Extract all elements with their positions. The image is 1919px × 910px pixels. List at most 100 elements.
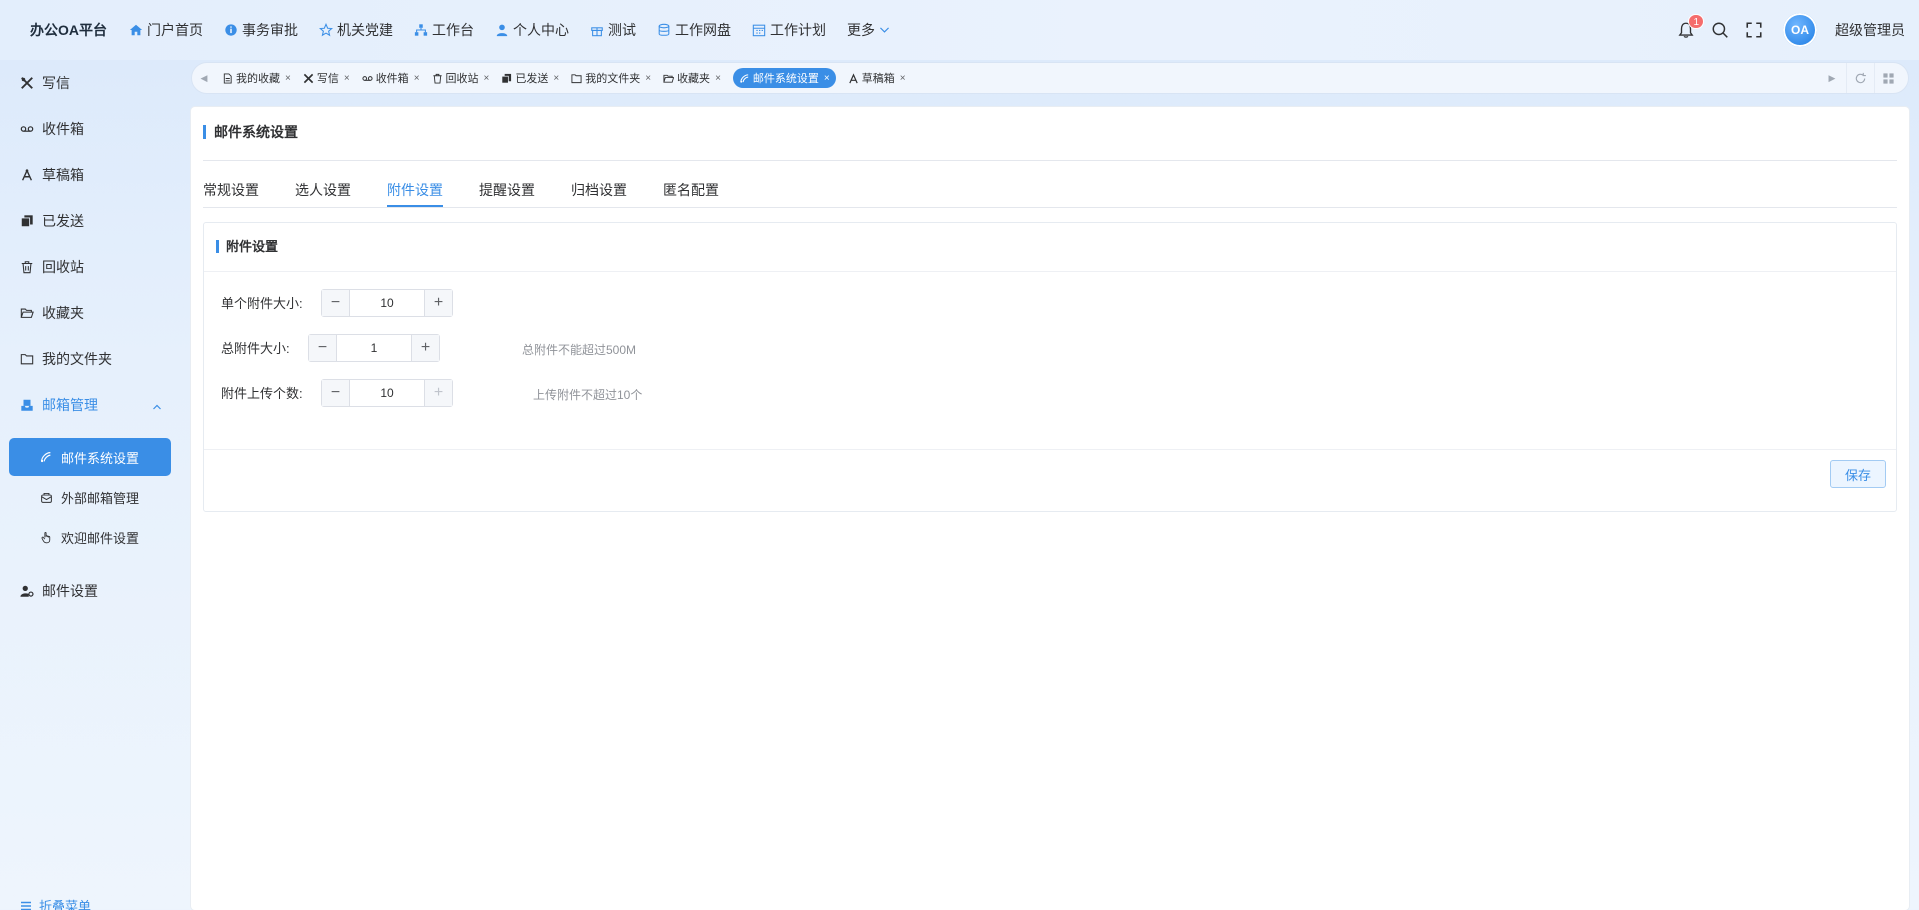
tab-select-person-settings[interactable]: 选人设置 <box>295 180 351 205</box>
total-size-stepper[interactable]: − 1 + <box>308 334 440 362</box>
increase-button[interactable]: + <box>424 380 452 406</box>
tab-archive-settings[interactable]: 归档设置 <box>571 180 627 205</box>
tab-close-icon[interactable]: × <box>484 73 490 84</box>
top-right-tools: 1 OA 超级管理员 <box>1677 0 1919 60</box>
tabs-right-tools: ▶ <box>1818 63 1902 93</box>
tab-anonymous-config[interactable]: 匿名配置 <box>663 180 719 205</box>
topnav-netdisk[interactable]: 工作网盘 <box>657 20 731 40</box>
tab-close-icon[interactable]: × <box>553 73 559 84</box>
decrease-button[interactable]: − <box>322 290 350 316</box>
tab-compose[interactable]: 写信 × <box>303 68 350 88</box>
collapse-menu-label: 折叠菜单 <box>39 899 92 910</box>
upload-count-hint: 上传附件不超过10个 <box>533 388 643 402</box>
sidebar-item-external-mailbox[interactable]: 外部邮箱管理 <box>40 488 139 507</box>
sidebar-item-label: 我的文件夹 <box>42 351 112 367</box>
tab-close-icon[interactable]: × <box>645 73 651 84</box>
tab-close-icon[interactable]: × <box>414 73 420 84</box>
save-button[interactable]: 保存 <box>1830 460 1886 488</box>
tab-label: 收件箱 <box>375 73 409 85</box>
brand-title: 办公OA平台 <box>30 22 107 38</box>
tab-close-icon[interactable]: × <box>344 73 350 84</box>
tab-reminder-settings[interactable]: 提醒设置 <box>479 180 535 205</box>
tab-close-icon[interactable]: × <box>285 73 291 84</box>
tab-favorites[interactable]: 收藏夹 × <box>663 68 721 88</box>
folder-icon <box>571 73 582 84</box>
sidebar-item-inbox[interactable]: 收件箱 <box>20 119 84 139</box>
topnav-test-label: 测试 <box>608 22 636 38</box>
home-icon <box>129 23 143 37</box>
sidebar-sub-label: 欢迎邮件设置 <box>61 531 140 546</box>
topnav-workbench[interactable]: 工作台 <box>414 20 474 40</box>
tab-label: 邮件系统设置 <box>752 73 819 85</box>
tab-mail-system-settings[interactable]: 邮件系统设置 × <box>732 68 836 88</box>
collapse-menu-button[interactable]: 折叠菜单 <box>20 896 91 910</box>
page-title: 邮件系统设置 <box>203 125 298 139</box>
increase-button[interactable]: + <box>411 335 439 361</box>
sidebar-item-trash[interactable]: 回收站 <box>20 257 84 277</box>
tab-trash[interactable]: 回收站 × <box>432 68 490 88</box>
sidebar-item-welcome-mail[interactable]: 欢迎邮件设置 <box>40 528 139 547</box>
sidebar-item-compose[interactable]: 写信 <box>20 73 70 93</box>
inbox-tray-icon <box>20 398 34 412</box>
topnav-party[interactable]: 机关党建 <box>319 20 393 40</box>
calendar-icon <box>752 23 766 37</box>
tabs-scroll-left-icon[interactable]: ◀ <box>192 63 216 93</box>
sidebar-item-label: 收藏夹 <box>42 305 84 321</box>
mailbox-icon <box>40 491 53 504</box>
satellite-icon <box>739 73 750 84</box>
tab-my-folder[interactable]: 我的文件夹 × <box>571 68 651 88</box>
increase-button[interactable]: + <box>424 290 452 316</box>
tab-close-icon[interactable]: × <box>715 73 721 84</box>
total-size-value[interactable]: 1 <box>337 335 411 361</box>
total-size-hint: 总附件不能超过500M <box>522 343 637 357</box>
tabs-scroll-right-icon[interactable]: ▶ <box>1818 63 1846 93</box>
sidebar-group-mailbox-manage[interactable]: 邮箱管理 <box>20 395 98 415</box>
sidebar-item-favorites[interactable]: 收藏夹 <box>20 303 84 323</box>
search-icon[interactable] <box>1711 21 1729 39</box>
sidebar-item-mail-system-settings[interactable]: 邮件系统设置 <box>9 438 171 476</box>
tab-drafts[interactable]: 草稿箱 × <box>848 68 906 88</box>
avatar[interactable]: OA <box>1783 13 1817 47</box>
tab-inbox[interactable]: 收件箱 × <box>362 68 420 88</box>
notification-bell-icon[interactable]: 1 <box>1677 14 1704 39</box>
upload-count-stepper[interactable]: − 10 + <box>321 379 453 407</box>
form-row-upload-count: 附件上传个数: <box>221 383 303 402</box>
upload-count-value[interactable]: 10 <box>350 380 424 406</box>
tab-close-icon[interactable]: × <box>824 73 830 84</box>
tab-sent[interactable]: 已发送 × <box>501 68 559 88</box>
topnav-workbench-label: 工作台 <box>432 22 474 38</box>
topnav-plan[interactable]: 工作计划 <box>752 20 826 40</box>
sidebar-item-sent[interactable]: 已发送 <box>20 211 84 231</box>
gift-icon <box>590 23 604 37</box>
menu-icon <box>20 900 32 910</box>
sidebar-item-label: 已发送 <box>42 213 84 229</box>
grid-icon[interactable] <box>1874 63 1902 93</box>
topnav-approval[interactable]: 事务审批 <box>224 20 298 40</box>
tab-attachment-settings[interactable]: 附件设置 <box>387 180 443 207</box>
sidebar-item-drafts[interactable]: 草稿箱 <box>20 165 84 185</box>
single-size-stepper[interactable]: − 10 + <box>321 289 453 317</box>
sidebar-item-label: 回收站 <box>42 259 84 275</box>
topnav-more[interactable]: 更多 <box>847 20 892 40</box>
topnav-home[interactable]: 门户首页 <box>129 20 203 40</box>
tab-general-settings[interactable]: 常规设置 <box>203 180 259 205</box>
sidebar-item-my-folder[interactable]: 我的文件夹 <box>20 349 112 369</box>
chevron-up-icon[interactable] <box>152 400 162 410</box>
folder-open-icon <box>663 73 675 84</box>
copy-icon <box>501 73 512 84</box>
sidebar-item-mail-settings[interactable]: 邮件设置 <box>20 581 98 601</box>
decrease-button[interactable]: − <box>309 335 337 361</box>
username[interactable]: 超级管理员 <box>1835 20 1905 40</box>
topnav-personal[interactable]: 个人中心 <box>495 20 569 40</box>
tab-label: 我的文件夹 <box>585 73 641 85</box>
draft-icon <box>20 168 34 182</box>
trash-icon <box>20 260 34 274</box>
refresh-icon[interactable] <box>1846 63 1874 93</box>
tab-my-collection[interactable]: 我的收藏 × <box>222 68 291 88</box>
fullscreen-icon[interactable] <box>1745 21 1763 39</box>
topnav-test[interactable]: 测试 <box>590 20 636 40</box>
tab-label: 收藏夹 <box>677 73 711 85</box>
single-size-value[interactable]: 10 <box>350 290 424 316</box>
tab-close-icon[interactable]: × <box>900 73 906 84</box>
decrease-button[interactable]: − <box>322 380 350 406</box>
